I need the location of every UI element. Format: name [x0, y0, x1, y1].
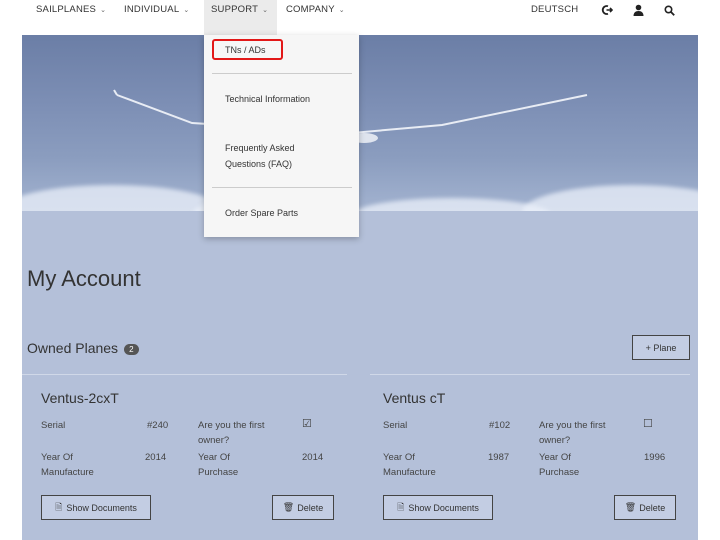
show-documents-label: Show Documents: [408, 502, 479, 513]
card-divider: [370, 374, 690, 375]
delete-label: Delete: [639, 502, 666, 513]
user-icon[interactable]: [631, 3, 645, 17]
first-owner-label: Are you the first: [198, 420, 265, 431]
year-of-manufacture-value: 2014: [145, 452, 167, 463]
year-of-manufacture-label: Year Of: [41, 452, 73, 463]
hero-glider-image: [22, 35, 698, 211]
menu-item-faq[interactable]: Questions (FAQ): [225, 156, 292, 172]
year-of-purchase-label: Purchase: [539, 467, 580, 478]
first-owner-checkbox[interactable]: ☑: [302, 417, 312, 432]
nav-label: SAILPLANES: [36, 4, 97, 15]
top-navigation: SAILPLANES ⌄ INDIVIDUAL ⌄ SUPPORT ⌄ COMPANY…: [0, 0, 720, 35]
highlight-annotation: [212, 39, 283, 60]
add-plane-button[interactable]: + Plane: [632, 335, 690, 360]
delete-label: Delete: [297, 502, 324, 513]
chevron-down-icon: ⌄: [338, 7, 345, 14]
first-owner-checkbox[interactable]: ☐: [643, 417, 653, 432]
menu-item-order-spare-parts[interactable]: Order Spare Parts: [225, 205, 298, 221]
nav-label: SUPPORT: [211, 4, 259, 15]
chevron-down-icon: ⌄: [183, 7, 190, 14]
logout-icon[interactable]: [600, 3, 614, 17]
menu-divider: [212, 73, 352, 74]
serial-label: Serial: [383, 420, 408, 431]
document-icon: 🗎: [397, 501, 405, 512]
nav-item-sailplanes[interactable]: SAILPLANES ⌄: [36, 4, 106, 15]
year-of-purchase-value: 2014: [302, 452, 324, 463]
delete-button[interactable]: 🗑 Delete: [614, 495, 676, 520]
year-of-manufacture-label: Year Of: [383, 452, 415, 463]
trash-icon: 🗑: [624, 502, 637, 512]
year-of-manufacture-label: Manufacture: [383, 467, 436, 478]
show-documents-label: Show Documents: [66, 502, 137, 513]
planes-count-badge: 2: [124, 343, 139, 355]
owned-planes-heading: Owned Planes 2: [27, 340, 139, 356]
year-of-purchase-value: 1996: [644, 452, 666, 463]
nav-label: COMPANY: [286, 4, 335, 15]
first-owner-label: Are you the first: [539, 420, 606, 431]
nav-item-individual[interactable]: INDIVIDUAL ⌄: [124, 4, 189, 15]
first-owner-label: owner?: [198, 435, 230, 446]
menu-divider: [212, 187, 352, 188]
plane-name: Ventus cT: [383, 390, 446, 406]
page-title: My Account: [27, 266, 141, 291]
year-of-purchase-label: Year Of: [539, 452, 571, 463]
nav-item-company[interactable]: COMPANY ⌄: [286, 4, 345, 15]
nav-item-support[interactable]: SUPPORT ⌄: [211, 4, 268, 15]
account-content: [22, 211, 698, 540]
show-documents-button[interactable]: 🗎 Show Documents: [383, 495, 493, 520]
owned-planes-label: Owned Planes: [27, 340, 119, 356]
plane-name: Ventus-2cxT: [41, 390, 119, 406]
menu-item-technical-information[interactable]: Technical Information: [225, 91, 310, 107]
card-divider: [22, 374, 347, 375]
year-of-purchase-label: Purchase: [198, 467, 239, 478]
document-icon: 🗎: [55, 501, 63, 512]
support-dropdown-menu: TNs / ADs Technical Information Frequent…: [204, 35, 359, 237]
first-owner-label: owner?: [539, 435, 571, 446]
serial-label: Serial: [41, 420, 66, 431]
search-icon[interactable]: [662, 3, 676, 17]
serial-value: #240: [147, 420, 169, 431]
chevron-down-icon: ⌄: [262, 7, 269, 14]
year-of-manufacture-label: Manufacture: [41, 467, 94, 478]
nav-label: INDIVIDUAL: [124, 4, 180, 15]
show-documents-button[interactable]: 🗎 Show Documents: [41, 495, 151, 520]
glider-icon: [113, 89, 588, 143]
chevron-down-icon: ⌄: [100, 7, 107, 14]
year-of-manufacture-value: 1987: [488, 452, 510, 463]
serial-value: #102: [489, 420, 511, 431]
year-of-purchase-label: Year Of: [198, 452, 230, 463]
menu-item-faq[interactable]: Frequently Asked: [225, 140, 295, 156]
language-switch[interactable]: DEUTSCH: [531, 4, 578, 15]
trash-icon: 🗑: [282, 502, 295, 512]
delete-button[interactable]: 🗑 Delete: [272, 495, 334, 520]
